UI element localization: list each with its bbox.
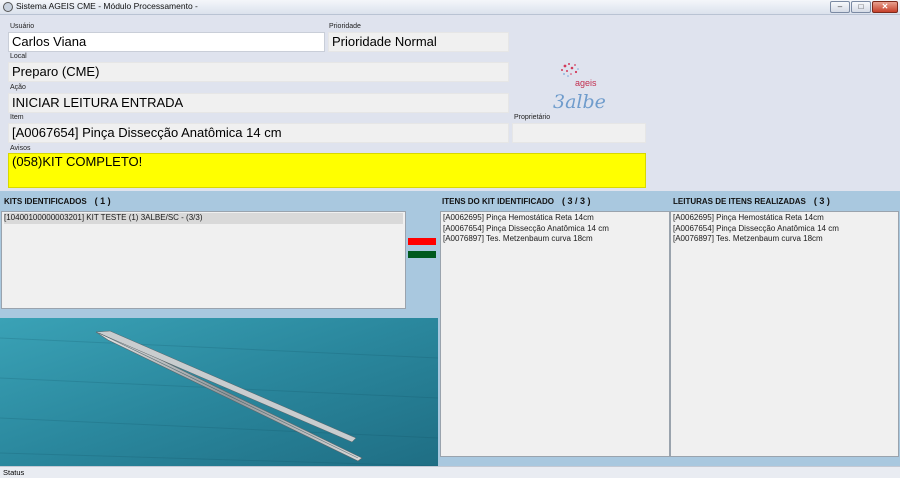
item-field[interactable]: [A0067654] Pinça Dissecção Anatômica 14 … [8, 123, 509, 143]
green-indicator [408, 251, 436, 258]
window-title: Sistema AGEIS CME - Módulo Processamento… [16, 1, 198, 11]
ageis-3albe-logo: ageis 3albe [545, 60, 615, 118]
kits-count: ( 1 ) [94, 196, 111, 206]
local-field[interactable]: Preparo (CME) [8, 62, 509, 82]
list-item[interactable]: [10400100000003201] KIT TESTE (1) 3ALBE/… [4, 213, 403, 224]
kits-title: KITS IDENTIFICADOS [4, 197, 87, 206]
prioridade-field[interactable]: Prioridade Normal [328, 32, 509, 52]
usuario-label: Usuário [10, 23, 35, 30]
leituras-panel-title: LEITURAS DE ITENS REALIZADAS ( 3 ) [673, 196, 830, 206]
item-photo [0, 318, 438, 466]
itens-kit-count: ( 3 / 3 ) [562, 196, 591, 206]
itens-kit-list[interactable]: [A0062695] Pinça Hemostática Reta 14cm [… [440, 211, 670, 457]
list-item[interactable]: [A0076897] Tes. Metzenbaum curva 18cm [673, 234, 896, 245]
acao-field[interactable]: INICIAR LEITURA ENTRADA [8, 93, 509, 113]
list-item[interactable]: [A0062695] Pinça Hemostática Reta 14cm [443, 213, 667, 224]
usuario-field[interactable]: Carlos Viana [8, 32, 325, 52]
list-item[interactable]: [A0067654] Pinça Dissecção Anatômica 14 … [443, 224, 667, 235]
list-item[interactable]: [A0076897] Tes. Metzenbaum curva 18cm [443, 234, 667, 245]
proprietario-field[interactable] [512, 123, 646, 143]
red-indicator [408, 238, 436, 245]
itens-kit-title: ITENS DO KIT IDENTIFICADO [442, 197, 554, 206]
list-item[interactable]: [A0062695] Pinça Hemostática Reta 14cm [673, 213, 896, 224]
kits-panel-title: KITS IDENTIFICADOS ( 1 ) [4, 196, 111, 206]
title-bar: Sistema AGEIS CME - Módulo Processamento… [0, 0, 900, 15]
minimize-button[interactable]: – [830, 1, 850, 13]
leituras-count: ( 3 ) [813, 196, 830, 206]
acao-label: Ação [10, 84, 26, 91]
logo-brand-text: ageis [575, 78, 597, 88]
maximize-button[interactable]: □ [851, 1, 871, 13]
status-bar: Status [0, 466, 900, 478]
item-label: Item [10, 114, 24, 121]
app-icon [3, 2, 13, 12]
list-item[interactable]: [A0067654] Pinça Dissecção Anatômica 14 … [673, 224, 896, 235]
avisos-label: Avisos [10, 145, 31, 152]
leituras-title: LEITURAS DE ITENS REALIZADAS [673, 197, 806, 206]
local-label: Local [10, 53, 27, 60]
logo-sub-text: 3albe [553, 91, 606, 113]
close-button[interactable]: ✕ [872, 1, 898, 13]
leituras-list[interactable]: [A0062695] Pinça Hemostática Reta 14cm [… [670, 211, 899, 457]
prioridade-label: Prioridade [329, 23, 361, 30]
kits-list[interactable]: [10400100000003201] KIT TESTE (1) 3ALBE/… [1, 211, 406, 309]
itens-kit-panel-title: ITENS DO KIT IDENTIFICADO ( 3 / 3 ) [442, 196, 591, 206]
avisos-field: (058)KIT COMPLETO! [8, 153, 646, 188]
